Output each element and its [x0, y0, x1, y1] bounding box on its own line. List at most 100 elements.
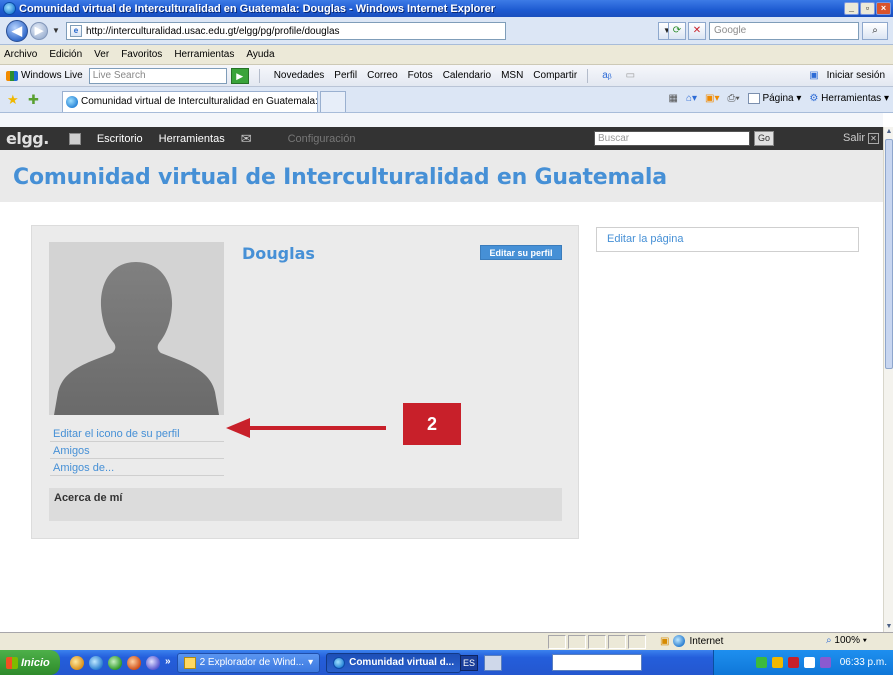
user-icon[interactable] [68, 132, 81, 145]
translate-icon[interactable]: a͏ᵦ [602, 70, 611, 81]
rss-icon[interactable]: ▣▾ [705, 93, 719, 104]
taskbar-explorer-button[interactable]: 2 Explorador de Wind... ▾ [176, 652, 321, 673]
logout-link[interactable]: Salir ✕ [843, 132, 879, 144]
live-search-input[interactable]: Live Search [88, 67, 227, 84]
home-icon[interactable]: ⌂▾ [686, 93, 697, 104]
security-zone[interactable]: ▣ Internet [660, 635, 723, 647]
minimize-button[interactable]: _ [844, 2, 859, 15]
site-title[interactable]: Comunidad virtual de Interculturalidad e… [13, 165, 667, 190]
edit-profile-icon-link[interactable]: Editar el icono de su perfil [50, 427, 224, 442]
logout-label: Salir [842, 132, 865, 144]
live-search-go-button[interactable]: ▶ [230, 67, 249, 84]
avatar [49, 242, 224, 415]
nav-configuracion[interactable]: Configuración [288, 133, 356, 145]
window-title: Comunidad virtual de Interculturalidad e… [19, 2, 496, 15]
live-link-novedades[interactable]: Novedades [274, 70, 325, 81]
tray-icon[interactable] [787, 657, 799, 668]
edit-profile-button[interactable]: Editar su perfil [480, 245, 562, 260]
desktop-search-box[interactable] [552, 654, 642, 671]
tray-icon[interactable] [803, 657, 815, 668]
quick-launch-icon[interactable] [70, 655, 84, 670]
maximize-button[interactable]: ▫ [860, 2, 875, 15]
page-menu-label: Página [762, 93, 794, 105]
windows-live-icon [6, 70, 18, 81]
windows-flag-icon [6, 656, 18, 669]
folder-icon [183, 656, 196, 669]
page-menu-icon [747, 93, 760, 104]
tray-icon[interactable] [819, 657, 831, 668]
profile-box: Douglas Editar su perfil Editar el icono… [31, 225, 579, 539]
ie-tab-icon [66, 96, 78, 108]
contacts-icon[interactable]: ▣ [809, 70, 818, 81]
ie-task-icon [333, 656, 346, 669]
tab-current-page[interactable]: Comunidad virtual de Interculturalidad e… [62, 91, 318, 112]
live-link-fotos[interactable]: Fotos [408, 70, 433, 81]
history-dropdown-icon[interactable]: ▼ [52, 26, 60, 35]
messenger-icon[interactable]: ▭ [626, 70, 635, 81]
print-icon[interactable]: ⎙▾ [727, 93, 739, 104]
live-link-msn[interactable]: MSN [501, 70, 523, 81]
keyboard-icon[interactable] [484, 655, 502, 671]
live-link-perfil[interactable]: Perfil [334, 70, 357, 81]
quick-launch-icon[interactable] [108, 655, 122, 670]
edit-page-link[interactable]: Editar la página [596, 227, 859, 252]
elgg-search-go-button[interactable]: Go [754, 131, 774, 146]
scroll-thumb[interactable] [885, 139, 893, 369]
menu-edicion[interactable]: Edición [49, 49, 82, 60]
windows-live-brand[interactable]: Windows Live [21, 70, 83, 81]
quick-launch-icon[interactable] [127, 655, 141, 670]
menu-favoritos[interactable]: Favoritos [121, 49, 162, 60]
live-link-calendario[interactable]: Calendario [443, 70, 491, 81]
url-field[interactable]: e http://interculturalidad.usac.edu.gt/e… [66, 22, 506, 40]
new-tab-button[interactable] [320, 91, 346, 112]
start-label: Inicio [21, 656, 50, 669]
nav-escritorio[interactable]: Escritorio [97, 133, 143, 145]
quick-launch-icon[interactable] [146, 655, 160, 670]
add-favorites-icon[interactable]: ✚ [28, 92, 39, 108]
search-icon[interactable]: ⌕ [862, 22, 888, 40]
command-bar: ▦ ⌂▾ ▣▾ ⎙▾ Página ▾ ⚙ Herramientas ▾ [668, 93, 889, 104]
feeds-icon[interactable]: ▦ [668, 93, 677, 104]
start-button[interactable]: Inicio [0, 650, 60, 675]
refresh-icon[interactable]: ⟳ [668, 22, 686, 40]
live-link-correo[interactable]: Correo [367, 70, 398, 81]
menu-herramientas[interactable]: Herramientas [174, 49, 234, 60]
taskbar-ie-button[interactable]: Comunidad virtual d... [326, 652, 462, 673]
internet-zone-icon [673, 635, 686, 647]
friends-of-link[interactable]: Amigos de... [50, 461, 224, 476]
forward-button[interactable]: ▶ [30, 22, 48, 40]
menu-ver[interactable]: Ver [94, 49, 109, 60]
live-link-compartir[interactable]: Compartir [533, 70, 577, 81]
nav-herramientas[interactable]: Herramientas [159, 133, 225, 145]
close-button[interactable]: × [876, 2, 891, 15]
zoom-control[interactable]: ⌕ 100% ▾ [826, 635, 867, 646]
tray-icon[interactable] [755, 657, 767, 668]
menu-archivo[interactable]: Archivo [4, 49, 37, 60]
protected-mode-icon: ▣ [660, 635, 670, 647]
page-menu[interactable]: Página ▾ [747, 93, 801, 105]
elgg-search-input[interactable]: Buscar [594, 131, 750, 146]
language-indicator[interactable]: ES [460, 655, 478, 671]
friends-link[interactable]: Amigos [50, 444, 224, 459]
web-search-input[interactable]: Google [709, 22, 859, 40]
scroll-down-icon[interactable]: ▼ [885, 622, 893, 632]
live-signin-link[interactable]: Iniciar sesión [827, 70, 885, 81]
vertical-scrollbar[interactable]: ▲ ▼ [883, 127, 893, 632]
menu-ayuda[interactable]: Ayuda [246, 49, 274, 60]
toolbar-separator [258, 68, 260, 83]
task-label-explorer: 2 Explorador de Wind... [199, 657, 305, 668]
status-cell [588, 635, 606, 649]
messages-icon[interactable]: ✉ [241, 131, 252, 147]
elgg-logo[interactable]: elgg. [6, 129, 49, 148]
clock: 06:33 p.m. [839, 657, 887, 668]
favorites-star-icon[interactable]: ★ [7, 92, 19, 108]
tools-menu[interactable]: ⚙ Herramientas ▾ [809, 93, 889, 104]
about-me-heading: Acerca de mí [54, 492, 123, 504]
stop-icon[interactable]: ✕ [688, 22, 706, 40]
quick-launch-icon[interactable] [89, 655, 103, 670]
more-quick-launch-icon[interactable]: » [165, 656, 171, 670]
tray-icon[interactable] [771, 657, 783, 668]
back-button[interactable]: ◀ [6, 20, 28, 42]
address-bar: ◀ ▶ ▼ e http://interculturalidad.usac.ed… [0, 17, 893, 45]
scroll-up-icon[interactable]: ▲ [885, 127, 893, 137]
